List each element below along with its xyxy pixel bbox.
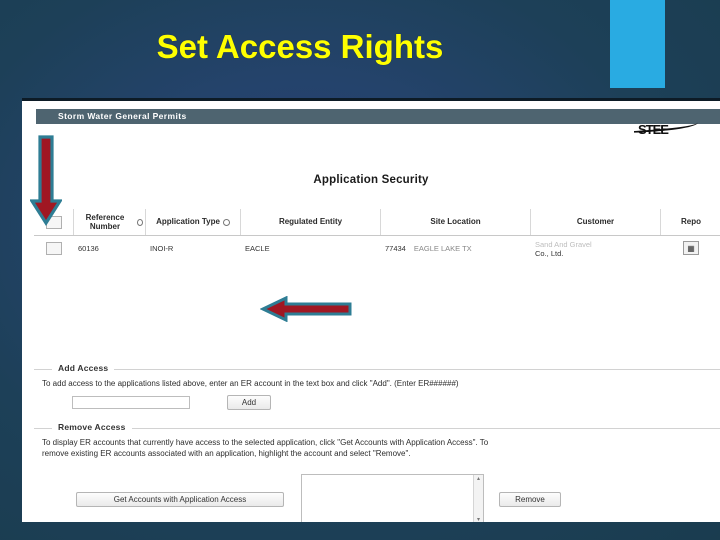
column-header-regulated-entity[interactable]: Regulated Entity [241,209,381,235]
logo-text: STEE [638,122,669,137]
remove-button[interactable]: Remove [499,492,561,507]
cell-reference-number: 60136 [78,243,99,253]
cell-report: ▦ [661,241,720,255]
annotation-arrow-down [30,135,62,226]
report-icon[interactable]: ▦ [683,241,699,255]
er-account-input[interactable] [72,396,190,409]
embedded-screenshot: Storm Water General Permits STEE Applica… [22,98,720,522]
customer-name: Co., Ltd. [535,249,564,258]
row-checkbox[interactable] [46,241,62,255]
add-access-section: Add Access To add access to the applicat… [34,363,720,417]
cell-customer: Sand And Gravel Co., Ltd. [531,238,661,258]
annotation-arrow-left [260,296,352,322]
column-header-reference-number[interactable]: Reference Number [74,209,146,235]
column-label: Reference Number [85,212,125,231]
remove-access-legend: Remove Access [52,422,132,432]
column-label: Application Type [156,217,220,227]
remove-access-instructions-line1: To display ER accounts that currently ha… [42,438,489,447]
cell-regulated-entity: EACLE [245,243,270,253]
add-access-legend: Add Access [52,363,115,373]
brand-logo: STEE [634,118,720,142]
slide-canvas: Set Access Rights Storm Water General Pe… [0,0,720,540]
listbox-scrollbar[interactable]: ▴ ▾ [473,475,483,522]
cell-application-type: INOI-R [150,243,174,253]
slide-title: Set Access Rights [156,28,444,65]
table-row[interactable]: 60136 INOI-R EACLE 77434 EAGLE LAKE TX S… [34,236,720,260]
app-header-bar: Storm Water General Permits [36,109,720,124]
site-zip: 77434 [385,243,406,253]
page-title: Application Security [313,174,429,186]
remove-access-instructions-line2: remove existing ER accounts associated w… [42,449,411,458]
column-header-customer[interactable]: Customer [531,209,661,235]
applications-table: Reference Number Application Type Regula… [34,209,720,260]
add-button[interactable]: Add [227,395,271,410]
remove-access-section: Remove Access To display ER accounts tha… [34,422,720,522]
column-header-site-location[interactable]: Site Location [381,209,531,235]
customer-name-partial: Sand And Gravel [535,240,592,249]
column-header-report[interactable]: Repo [661,209,720,235]
decorative-accent-bar [610,0,665,88]
site-city: EAGLE LAKE TX [413,243,472,253]
get-accounts-button[interactable]: Get Accounts with Application Access [76,492,284,507]
table-header-row: Reference Number Application Type Regula… [34,209,720,236]
row-select-cell [34,241,74,255]
accounts-listbox[interactable]: ▴ ▾ [301,474,484,522]
scroll-down-icon[interactable]: ▾ [477,516,480,522]
cell-site-location: 77434 EAGLE LAKE TX [381,244,531,253]
scroll-up-icon[interactable]: ▴ [477,475,480,482]
add-access-instructions: To add access to the applications listed… [42,379,459,388]
sort-indicator-icon[interactable] [222,218,230,226]
column-header-application-type[interactable]: Application Type [146,209,241,235]
sort-indicator-icon[interactable] [136,218,143,226]
